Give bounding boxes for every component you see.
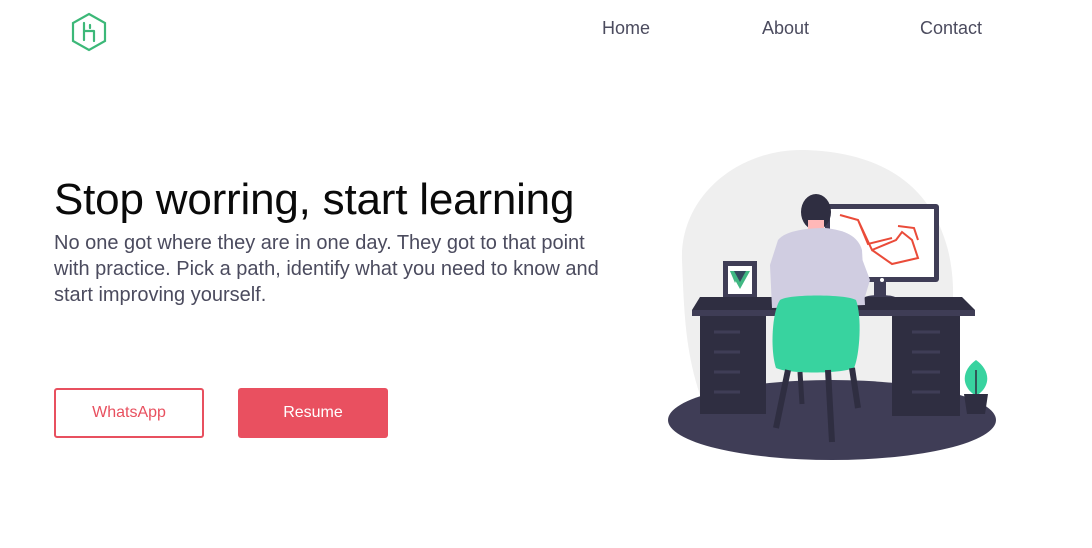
nav-about-link[interactable]: About (762, 18, 809, 39)
nav-contact-link[interactable]: Contact (920, 18, 982, 39)
whatsapp-button[interactable]: WhatsApp (54, 388, 204, 438)
main-nav: Home About Contact (0, 18, 1092, 40)
right-drawer (892, 316, 960, 416)
photo-frame (723, 261, 757, 299)
hero-description: No one got where they are in one day. Th… (54, 232, 599, 306)
landing-page: Home About Contact Stop worring, start l… (0, 0, 1092, 548)
left-drawer (700, 316, 766, 414)
nav-home-link[interactable]: Home (602, 18, 650, 39)
resume-button[interactable]: Resume (238, 388, 388, 438)
person-at-desk-illustration (668, 149, 996, 460)
hero-title: Stop worring, start learning (54, 175, 575, 224)
whatsapp-button-label: WhatsApp (92, 404, 166, 421)
resume-button-label: Resume (283, 404, 343, 421)
plant (964, 360, 988, 414)
